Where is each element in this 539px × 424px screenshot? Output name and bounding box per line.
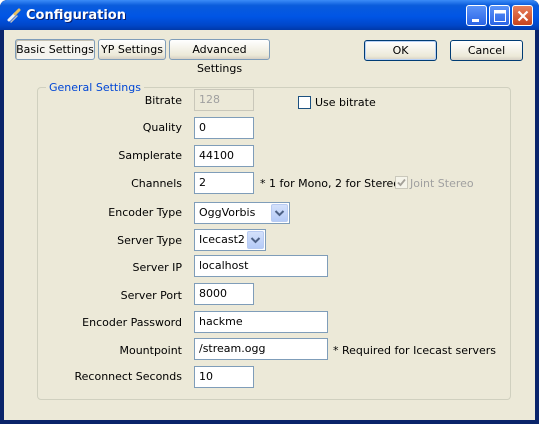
encoder-type-label: Encoder Type	[108, 206, 182, 219]
server-type-label: Server Type	[117, 234, 182, 247]
maximize-icon	[494, 10, 506, 22]
server-ip-label: Server IP	[132, 261, 182, 274]
quality-field[interactable]: 0	[194, 117, 254, 139]
reconnect-seconds-label: Reconnect Seconds	[74, 370, 182, 383]
channels-field[interactable]: 2	[194, 172, 254, 194]
joint-stereo-checkbox	[395, 176, 408, 189]
general-settings-label: General Settings	[46, 81, 144, 94]
encoder-type-select[interactable]: OggVorbis	[194, 202, 290, 224]
samplerate-field[interactable]: 44100	[194, 145, 254, 167]
close-button[interactable]	[512, 5, 533, 26]
app-icon	[6, 7, 22, 23]
dialog-client-area: Basic Settings YP Settings Advanced Sett…	[4, 30, 535, 420]
configuration-window: Configuration Basic Settings YP Settings…	[0, 0, 539, 424]
window-title: Configuration	[26, 8, 126, 23]
tab-yp-settings[interactable]: YP Settings	[98, 39, 166, 60]
minimize-button[interactable]	[466, 5, 487, 26]
server-type-value: Icecast2	[199, 233, 245, 246]
chevron-down-icon[interactable]	[247, 231, 264, 249]
mountpoint-note: * Required for Icecast servers	[333, 344, 497, 357]
bitrate-label: Bitrate	[144, 94, 182, 107]
encoder-type-value: OggVorbis	[199, 206, 256, 219]
encoder-password-label: Encoder Password	[82, 316, 182, 329]
server-ip-field[interactable]: localhost	[194, 255, 328, 277]
close-icon	[517, 10, 529, 22]
server-type-select[interactable]: Icecast2	[194, 229, 266, 251]
encoder-password-field[interactable]: hackme	[194, 311, 328, 333]
mountpoint-field[interactable]: /stream.ogg	[194, 338, 328, 360]
checkmark-icon	[397, 178, 406, 187]
quality-label: Quality	[142, 121, 182, 134]
use-bitrate-label[interactable]: Use bitrate	[315, 96, 376, 109]
title-bar[interactable]: Configuration	[0, 0, 539, 30]
reconnect-seconds-field[interactable]: 10	[194, 366, 254, 388]
tab-advanced-settings[interactable]: Advanced Settings	[169, 39, 270, 75]
mountpoint-label: Mountpoint	[119, 344, 182, 357]
server-port-label: Server Port	[120, 289, 182, 302]
maximize-button[interactable]	[489, 5, 510, 26]
bitrate-field: 128	[194, 89, 254, 111]
channels-note: * 1 for Mono, 2 for Stereo	[260, 177, 400, 190]
ok-button[interactable]: OK	[364, 40, 437, 61]
cancel-button[interactable]: Cancel	[450, 40, 523, 61]
joint-stereo-label: Joint Stereo	[410, 177, 474, 190]
chevron-down-icon[interactable]	[271, 204, 288, 222]
tab-basic-settings[interactable]: Basic Settings	[15, 39, 95, 60]
server-port-field[interactable]: 8000	[194, 283, 254, 305]
samplerate-label: Samplerate	[118, 149, 182, 162]
use-bitrate-checkbox[interactable]	[298, 96, 311, 109]
channels-label: Channels	[131, 177, 182, 190]
minimize-icon	[472, 19, 479, 22]
